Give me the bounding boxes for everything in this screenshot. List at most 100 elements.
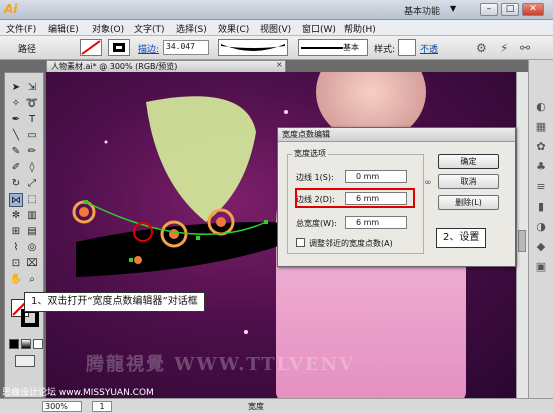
step1-callout: 1、双击打开“宽度点数编辑器”对话框 [24, 292, 205, 312]
menu-bar: 文件(F) 编辑(E) 对象(O) 文字(T) 选择(S) 效果(C) 视图(V… [0, 20, 553, 36]
eraser-icon[interactable]: ◊ [25, 161, 39, 175]
selection-tool-icon[interactable]: ➤ [9, 81, 23, 95]
slice-tool-icon[interactable]: ⌧ [25, 257, 39, 271]
artboard-number[interactable]: 1 [92, 401, 112, 412]
cancel-button[interactable]: 取消 [438, 174, 499, 189]
rotate-icon[interactable]: ↻ [9, 177, 23, 191]
side1-input[interactable]: 0 mm [345, 170, 407, 183]
mesh-tool-icon[interactable]: ⊞ [9, 225, 23, 239]
close-button[interactable]: ✕ [522, 3, 544, 16]
delete-button[interactable]: 删除(L) [438, 195, 499, 210]
recolor-artwork-icon[interactable]: ⚙ [476, 41, 487, 55]
dialog-title: 宽度点数编辑 [278, 128, 515, 142]
stroke-weight-label[interactable]: 描边: [138, 42, 159, 55]
adjust-adjacent-checkbox[interactable] [296, 238, 305, 247]
stroke-weight-input[interactable]: 34.047 [163, 40, 209, 55]
site-credit: 思缘设计论坛 www.MISSYUAN.COM [2, 388, 154, 398]
ok-button[interactable]: 确定 [438, 154, 499, 169]
paintbrush-icon[interactable]: ✎ [9, 145, 23, 159]
link-icon[interactable]: ∞ [424, 178, 432, 188]
scrollbar-thumb[interactable] [518, 230, 526, 252]
transform-icon[interactable]: ⚯ [520, 41, 530, 55]
opacity-label[interactable]: 不透 [420, 42, 438, 55]
menu-view[interactable]: 视图(V) [260, 22, 291, 35]
minimize-button[interactable]: – [480, 3, 498, 16]
gradient-mode-icon[interactable] [21, 339, 31, 349]
title-bar: Ai 基本功能 ▼ – □ ✕ [0, 0, 553, 20]
graphic-style-swatch[interactable] [398, 39, 416, 56]
brush-label: 基本 [343, 42, 359, 53]
chevron-down-icon[interactable]: ▼ [450, 4, 456, 13]
screen-mode-icon[interactable] [15, 355, 35, 367]
layers-panel-icon[interactable]: ▣ [532, 260, 550, 276]
selection-type-label: 路径 [18, 45, 37, 55]
brush-definition[interactable]: 基本 [298, 39, 368, 56]
align-icon[interactable]: ⚡ [500, 41, 508, 55]
adjust-adjacent-label: 调整邻近的宽度点数(A) [309, 239, 393, 248]
basic-brush-icon [301, 47, 347, 49]
style-label: 样式: [374, 45, 396, 55]
group-label: 宽度选项 [292, 148, 328, 159]
graph-tool-icon[interactable]: ▥ [25, 209, 39, 223]
stroke-panel-icon[interactable]: ≡ [532, 180, 550, 196]
color-mode-icon[interactable] [9, 339, 19, 349]
panel-dock: ◐ ▦ ✿ ♣ ≡ ▮ ◑ ◆ ▣ [528, 60, 553, 398]
transparency-panel-icon[interactable]: ◑ [532, 220, 550, 236]
blend-tool-icon[interactable]: ◎ [25, 241, 39, 255]
menu-window[interactable]: 窗口(W) [302, 22, 336, 35]
gradient-tool-icon[interactable]: ▤ [25, 225, 39, 239]
brushes-panel-icon[interactable]: ✿ [532, 140, 550, 156]
none-mode-icon[interactable] [33, 339, 43, 349]
variable-width-profile[interactable] [218, 39, 288, 56]
illustrator-logo: Ai [4, 2, 18, 16]
color-panel-icon[interactable]: ◐ [532, 100, 550, 116]
menu-type[interactable]: 文字(T) [134, 22, 165, 35]
line-tool-icon[interactable]: ╲ [9, 129, 23, 143]
gradient-panel-icon[interactable]: ▮ [532, 200, 550, 216]
blob-brush-icon[interactable]: ✐ [9, 161, 23, 175]
hand-tool-icon[interactable]: ✋ [9, 273, 23, 287]
symbol-sprayer-icon[interactable]: ✼ [9, 209, 23, 223]
menu-select[interactable]: 选择(S) [176, 22, 207, 35]
free-transform-icon[interactable]: ⬚ [25, 193, 39, 207]
appearance-panel-icon[interactable]: ◆ [532, 240, 550, 256]
rectangle-tool-icon[interactable]: ▭ [25, 129, 39, 143]
highlight-rectangle [295, 188, 415, 208]
watermark-text: 腾龍視覺 WWW.TTLVENV [86, 354, 356, 375]
pencil-icon[interactable]: ✏ [25, 145, 39, 159]
menu-effect[interactable]: 效果(C) [218, 22, 249, 35]
menu-file[interactable]: 文件(F) [6, 22, 36, 35]
tools-panel: ➤ ⇲ ✧ ➰ ✒ T ╲ ▭ ✎ ✏ ✐ ◊ ↻ ⤢ ⋈ ⬚ ✼ ▥ ⊞ ▤ … [4, 72, 44, 398]
swatches-panel-icon[interactable]: ▦ [532, 120, 550, 136]
stroke-swatch[interactable] [108, 39, 130, 56]
lasso-icon[interactable]: ➰ [25, 97, 39, 111]
scale-icon[interactable]: ⤢ [25, 177, 39, 191]
eyedropper-icon[interactable]: ⌇ [9, 241, 23, 255]
workspace-switcher[interactable]: 基本功能 [404, 4, 440, 17]
magic-wand-icon[interactable]: ✧ [9, 97, 23, 111]
menu-help[interactable]: 帮助(H) [344, 22, 376, 35]
maximize-button[interactable]: □ [501, 3, 519, 16]
document-tab[interactable]: 人物素材.ai* @ 300% (RGB/预览) [46, 60, 286, 72]
menu-object[interactable]: 对象(O) [92, 22, 124, 35]
total-width-input[interactable]: 6 mm [345, 216, 407, 229]
width-tool-icon[interactable]: ⋈ [9, 193, 23, 207]
control-bar: 路径 描边: 34.047 基本 样式: 不透 ⚙ ⚡ ⚯ [0, 36, 553, 60]
symbols-panel-icon[interactable]: ♣ [532, 160, 550, 176]
step2-callout: 2、设置 [436, 228, 487, 248]
status-bar: 300% 1 宽度 思缘设计论坛 www.MISSYUAN.COM [0, 388, 553, 414]
total-width-label: 总宽度(W): [296, 219, 337, 228]
width-profile-shape-icon [221, 44, 285, 51]
fill-swatch[interactable] [80, 39, 102, 56]
menu-edit[interactable]: 编辑(E) [48, 22, 79, 35]
type-tool-icon[interactable]: T [25, 113, 39, 127]
zoom-tool-icon[interactable]: ⌕ [25, 273, 39, 287]
zoom-field[interactable]: 300% [42, 401, 82, 412]
highlight-circle [133, 222, 153, 242]
close-tab-icon[interactable]: × [276, 60, 283, 69]
no-fill-icon [81, 40, 101, 55]
direct-selection-tool-icon[interactable]: ⇲ [25, 81, 39, 95]
stroke-color-icon [113, 43, 125, 52]
artboard-tool-icon[interactable]: ⊡ [9, 257, 23, 271]
pen-tool-icon[interactable]: ✒ [9, 113, 23, 127]
